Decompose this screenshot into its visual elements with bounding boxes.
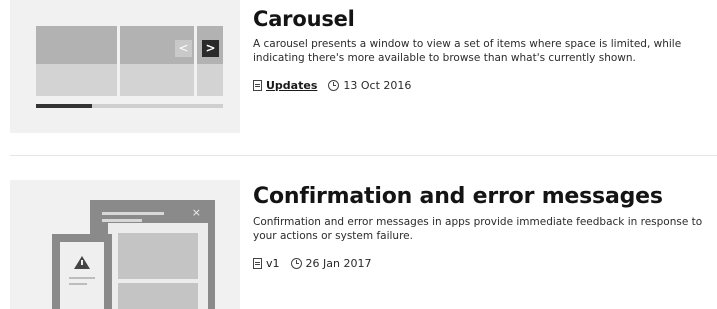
article-content: Carousel A carousel presents a window to… (253, 5, 713, 92)
clock-icon (328, 80, 340, 91)
alert-card (52, 234, 112, 309)
chevron-right-icon: > (202, 40, 219, 57)
article-content: Confirmation and error messages Confirma… (253, 183, 713, 270)
carousel-progress-track (36, 104, 223, 108)
article-description: A carousel presents a window to view a s… (253, 38, 682, 64)
chevron-left-icon: < (175, 40, 192, 57)
article-tag-link[interactable]: Updates (266, 79, 317, 92)
document-icon (253, 258, 262, 269)
article-title[interactable]: Carousel (253, 5, 713, 33)
carousel-progress-fill (36, 104, 93, 108)
article-card-carousel[interactable]: < > Carousel A carousel presents a windo… (0, 0, 717, 140)
divider (10, 155, 717, 156)
confirmation-thumbnail[interactable]: × (10, 180, 240, 309)
article-date: 26 Jan 2017 (305, 257, 372, 270)
close-icon: × (191, 206, 201, 219)
carousel-slide (36, 26, 117, 96)
article-meta: Updates 13 Oct 2016 (253, 79, 713, 92)
document-icon (253, 80, 262, 91)
content-window (108, 223, 208, 309)
article-meta: v1 26 Jan 2017 (253, 257, 713, 270)
clock-icon (290, 258, 302, 269)
article-date: 13 Oct 2016 (343, 79, 412, 92)
carousel-thumbnail[interactable]: < > (10, 0, 240, 133)
article-tag-link[interactable]: v1 (266, 257, 280, 270)
article-description: Confirmation and error messages in apps … (253, 216, 703, 242)
article-title[interactable]: Confirmation and error messages (253, 183, 713, 211)
carousel-slide (197, 26, 223, 96)
carousel-slide (120, 26, 194, 96)
article-card-confirmation[interactable]: × Confirmation and error messages Confir… (0, 176, 717, 309)
